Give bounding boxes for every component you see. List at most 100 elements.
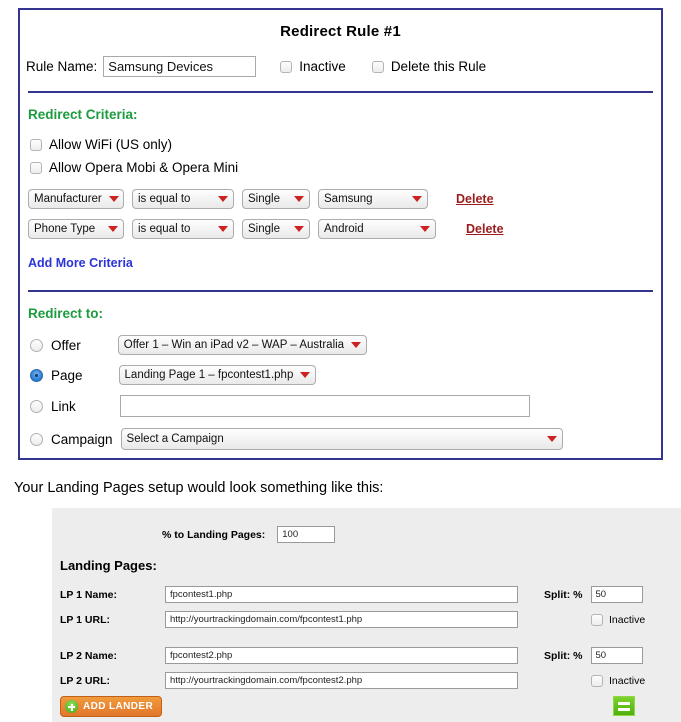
redirect-option-page[interactable]: Page Landing Page 1 – fpcontest1.php bbox=[30, 365, 661, 385]
criteria-operator-value: is equal to bbox=[138, 193, 191, 205]
delete-rule-label: Delete this Rule bbox=[390, 59, 487, 74]
campaign-radio[interactable] bbox=[30, 432, 43, 446]
criteria-operator-dropdown[interactable]: is equal to bbox=[132, 189, 234, 209]
link-url-input[interactable] bbox=[119, 395, 530, 417]
delete-criteria-link[interactable]: Delete bbox=[466, 222, 504, 236]
chevron-down-icon bbox=[108, 196, 119, 202]
landing-pages-caption: Your Landing Pages setup would look some… bbox=[14, 480, 384, 496]
divider-top bbox=[28, 91, 653, 93]
inactive-checkbox-group[interactable]: Inactive bbox=[280, 59, 346, 74]
redirect-option-link[interactable]: Link bbox=[30, 395, 661, 417]
redirect-rule-panel: Redirect Rule #1 Rule Name: Inactive Del… bbox=[18, 8, 663, 460]
criteria-row: Manufacturer is equal to Single Samsung … bbox=[28, 189, 661, 209]
chevron-down-icon bbox=[300, 372, 311, 378]
chevron-down-icon bbox=[420, 226, 430, 232]
add-lander-button[interactable]: ADD LANDER bbox=[60, 696, 163, 717]
page-title: Redirect Rule #1 bbox=[280, 23, 401, 40]
list-bar bbox=[618, 701, 630, 705]
lp-inactive-label: Inactive bbox=[609, 674, 646, 687]
lp-inactive-checkbox-group[interactable]: Inactive bbox=[591, 674, 646, 687]
campaign-dropdown[interactable]: Select a Campaign bbox=[120, 428, 563, 450]
lp-inactive-label: Inactive bbox=[609, 613, 646, 626]
page-dropdown-value: Landing Page 1 – fpcontest1.php bbox=[124, 369, 294, 381]
lp-inactive-checkbox-group[interactable]: Inactive bbox=[591, 613, 646, 626]
lp-name-label: LP 1 Name: bbox=[60, 588, 117, 601]
allow-wifi-checkbox-group[interactable]: Allow WiFi (US only) bbox=[30, 137, 661, 152]
offer-radio[interactable] bbox=[30, 338, 43, 352]
redirect-criteria-heading: Redirect Criteria: bbox=[28, 107, 138, 122]
lp-url-label: LP 2 URL: bbox=[60, 674, 110, 687]
delete-rule-checkbox[interactable] bbox=[371, 60, 384, 73]
chevron-down-icon bbox=[218, 196, 228, 202]
lp-url-input[interactable] bbox=[165, 672, 518, 689]
inactive-label: Inactive bbox=[299, 59, 346, 74]
landing-pages-heading: Landing Pages: bbox=[60, 558, 157, 573]
add-more-criteria-link[interactable]: Add More Criteria bbox=[28, 256, 133, 270]
allow-wifi-checkbox[interactable] bbox=[30, 138, 42, 151]
allow-opera-checkbox-group[interactable]: Allow Opera Mobi & Opera Mini bbox=[30, 160, 661, 175]
criteria-mode-dropdown[interactable]: Single bbox=[242, 219, 310, 239]
lp-name-row: LP 2 Name: Split: % bbox=[60, 647, 673, 664]
landing-pages-panel: % to Landing Pages: Landing Pages: LP 1 … bbox=[52, 508, 681, 722]
delete-criteria-link[interactable]: Delete bbox=[456, 192, 494, 206]
link-radio[interactable] bbox=[30, 399, 43, 413]
page-dropdown[interactable]: Landing Page 1 – fpcontest1.php bbox=[118, 365, 317, 385]
criteria-value-value: Samsung bbox=[324, 193, 373, 205]
percent-to-landing-pages-row: % to Landing Pages: bbox=[162, 526, 336, 543]
percent-to-landing-pages-label: % to Landing Pages: bbox=[162, 528, 266, 541]
campaign-label: Campaign bbox=[51, 431, 113, 447]
criteria-field-dropdown[interactable]: Phone Type bbox=[28, 219, 124, 239]
rule-name-row: Rule Name: Inactive Delete this Rule bbox=[26, 56, 661, 77]
split-label: Split: % bbox=[544, 649, 583, 662]
criteria-value-dropdown[interactable]: Android bbox=[318, 219, 436, 239]
redirect-option-offer[interactable]: Offer Offer 1 – Win an iPad v2 – WAP – A… bbox=[30, 335, 661, 355]
lp-inactive-checkbox[interactable] bbox=[591, 613, 603, 626]
offer-dropdown-value: Offer 1 – Win an iPad v2 – WAP – Austral… bbox=[123, 339, 345, 351]
chevron-down-icon bbox=[294, 226, 304, 232]
criteria-field-value: Phone Type bbox=[34, 223, 96, 235]
delete-rule-checkbox-group[interactable]: Delete this Rule bbox=[371, 59, 487, 74]
plus-icon bbox=[65, 700, 78, 713]
chevron-down-icon bbox=[546, 436, 557, 442]
redirect-to-heading: Redirect to: bbox=[28, 306, 104, 321]
chevron-down-icon bbox=[294, 196, 304, 202]
lp-name-row: LP 1 Name: Split: % bbox=[60, 586, 673, 603]
percent-to-landing-pages-input[interactable] bbox=[277, 526, 336, 543]
lp-url-input[interactable] bbox=[165, 611, 518, 628]
lp-url-row: LP 1 URL: Inactive bbox=[60, 611, 673, 628]
lp-split-input[interactable] bbox=[590, 586, 643, 603]
criteria-mode-dropdown[interactable]: Single bbox=[242, 189, 310, 209]
chevron-down-icon bbox=[218, 226, 228, 232]
offer-dropdown[interactable]: Offer 1 – Win an iPad v2 – WAP – Austral… bbox=[117, 335, 368, 355]
criteria-operator-dropdown[interactable]: is equal to bbox=[132, 219, 234, 239]
redirect-option-campaign[interactable]: Campaign Select a Campaign bbox=[30, 428, 661, 450]
criteria-mode-value: Single bbox=[248, 223, 280, 235]
lp-name-input[interactable] bbox=[165, 586, 518, 603]
list-icon[interactable] bbox=[613, 696, 635, 716]
criteria-field-dropdown[interactable]: Manufacturer bbox=[28, 189, 124, 209]
lp-name-input[interactable] bbox=[165, 647, 518, 664]
allow-opera-checkbox[interactable] bbox=[30, 161, 42, 174]
page-radio[interactable] bbox=[30, 368, 43, 382]
divider-bottom bbox=[28, 290, 653, 292]
lp-url-row: LP 2 URL: Inactive bbox=[60, 672, 673, 689]
chevron-down-icon bbox=[108, 226, 118, 232]
lp-inactive-checkbox[interactable] bbox=[591, 674, 603, 687]
split-label: Split: % bbox=[544, 588, 583, 601]
chevron-down-icon bbox=[351, 342, 362, 348]
lp-split-input[interactable] bbox=[590, 647, 643, 664]
offer-label: Offer bbox=[51, 337, 81, 353]
rule-name-input[interactable] bbox=[103, 56, 257, 77]
list-bar bbox=[618, 707, 630, 711]
criteria-row: Phone Type is equal to Single Android De… bbox=[28, 219, 661, 239]
allow-wifi-label: Allow WiFi (US only) bbox=[49, 137, 173, 152]
lp-url-label: LP 1 URL: bbox=[60, 613, 110, 626]
page-label: Page bbox=[51, 367, 83, 383]
allow-opera-label: Allow Opera Mobi & Opera Mini bbox=[49, 160, 239, 175]
criteria-value-dropdown[interactable]: Samsung bbox=[318, 189, 428, 209]
inactive-checkbox[interactable] bbox=[280, 60, 293, 73]
criteria-value-value: Android bbox=[324, 223, 364, 235]
criteria-field-value: Manufacturer bbox=[34, 193, 102, 205]
criteria-operator-value: is equal to bbox=[138, 223, 191, 235]
rule-name-label: Rule Name: bbox=[26, 59, 98, 74]
